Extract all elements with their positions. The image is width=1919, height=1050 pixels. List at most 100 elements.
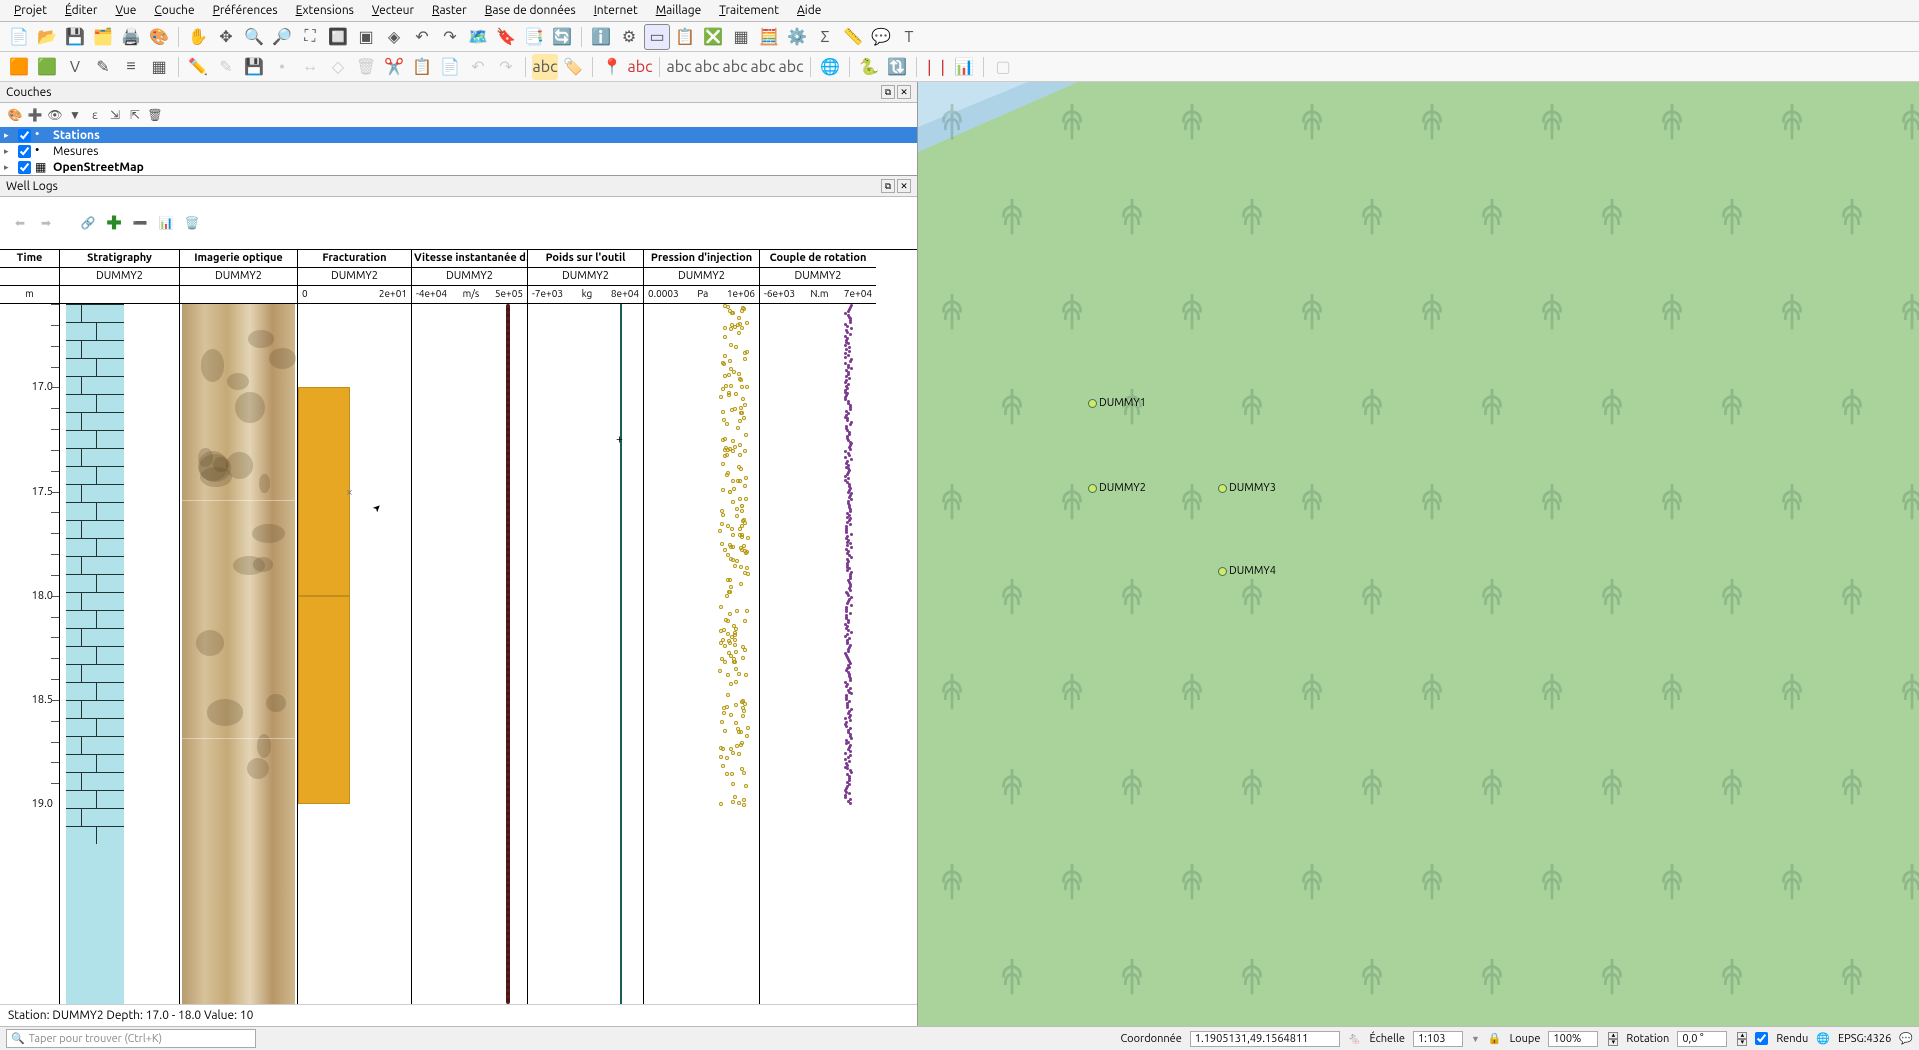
layer-collapse-icon[interactable]: ⇱	[126, 106, 144, 124]
log-column-frac[interactable]: FracturationDUMMY202e+01×➤	[298, 250, 412, 1004]
rendu-checkbox[interactable]	[1755, 1032, 1768, 1045]
station-dummy3[interactable]: DUMMY3	[1218, 482, 1276, 494]
pan-icon[interactable]: ✋	[185, 24, 211, 50]
track-body[interactable]	[180, 304, 297, 1004]
log-column-press[interactable]: Pression d'injectionDUMMY20.0003Pa1e+06	[644, 250, 760, 1004]
undock-icon[interactable]: ⧉	[881, 179, 895, 193]
plugin-bars-icon[interactable]: ❘❘	[923, 54, 949, 80]
measure-icon[interactable]: 📏	[840, 24, 866, 50]
extents-icon[interactable]: 🐁	[1348, 1032, 1362, 1045]
plugin-chart-icon[interactable]: 📊	[951, 54, 977, 80]
menu-vue[interactable]: Vue	[107, 1, 144, 20]
layer-add-group-icon[interactable]: ➕	[26, 106, 44, 124]
select-rect-icon[interactable]: ▭	[644, 24, 670, 50]
layer-checkbox[interactable]	[18, 145, 31, 158]
menu-aide[interactable]: Aide	[789, 1, 829, 20]
close-icon[interactable]: ✕	[897, 179, 911, 193]
menu-prfrences[interactable]: Préférences	[205, 1, 286, 20]
layer-expand-icon[interactable]: ⇲	[106, 106, 124, 124]
zoom-selection-icon[interactable]: 🔲	[325, 24, 351, 50]
station-dummy1[interactable]: DUMMY1	[1088, 397, 1146, 409]
new-geopackage-icon[interactable]: ✎	[90, 54, 116, 80]
layer-style-icon[interactable]: 🎨	[6, 106, 24, 124]
menu-raster[interactable]: Raster	[424, 1, 475, 20]
log-column-vit[interactable]: Vitesse instantanée d…DUMMY2-4e+04m/s5e+…	[412, 250, 528, 1004]
config-icon[interactable]: 📊	[156, 213, 176, 233]
new-map-view-icon[interactable]: 🗺️	[465, 24, 491, 50]
pan-selection-icon[interactable]: ✥	[213, 24, 239, 50]
new-bookmark-icon[interactable]: 🔖	[493, 24, 519, 50]
zoom-in-icon[interactable]: 🔍	[241, 24, 267, 50]
add-track-icon[interactable]: ✚	[104, 213, 124, 233]
menu-maillage[interactable]: Maillage	[648, 1, 710, 20]
crs-icon[interactable]: 🌐	[1816, 1032, 1830, 1045]
layout-manager-icon[interactable]: 🖨️	[118, 24, 144, 50]
stats-sum-icon[interactable]: Σ	[812, 24, 838, 50]
plugin-web-icon[interactable]: 🌐	[817, 54, 843, 80]
close-icon[interactable]: ✕	[897, 85, 911, 99]
zoom-native-icon[interactable]: ◈	[381, 24, 407, 50]
label-tool4-icon[interactable]: abc	[750, 54, 776, 80]
processing-toolbox-icon[interactable]: ⚙️	[784, 24, 810, 50]
layer-checkbox[interactable]	[18, 129, 31, 142]
station-dummy4[interactable]: DUMMY4	[1218, 565, 1276, 577]
label-pin-icon[interactable]: 📍	[599, 54, 625, 80]
zoom-layer-icon[interactable]: ▣	[353, 24, 379, 50]
identify-icon[interactable]: ℹ️	[588, 24, 614, 50]
zoom-next-icon[interactable]: ↷	[437, 24, 463, 50]
layer-row-mesures[interactable]: ▸ • Mesures	[0, 143, 917, 159]
show-bookmarks-icon[interactable]: 📑	[521, 24, 547, 50]
lock-icon[interactable]: 🔒	[1488, 1032, 1502, 1045]
coord-value[interactable]: 1.1905131,49.1564811	[1190, 1031, 1340, 1047]
track-body[interactable]	[644, 304, 759, 1004]
track-body[interactable]: 17.017.518.018.519.0	[0, 304, 59, 1004]
menu-internet[interactable]: Internet	[586, 1, 646, 20]
menu-projet[interactable]: Projet	[6, 1, 55, 20]
delete-icon[interactable]: 🗑️	[182, 213, 202, 233]
undock-icon[interactable]: ⧉	[881, 85, 895, 99]
layer-row-stations[interactable]: ▸ • Stations	[0, 127, 917, 143]
label-tool5-icon[interactable]: abc	[778, 54, 804, 80]
track-body[interactable]	[412, 304, 527, 1004]
layer-remove-icon[interactable]: 🗑	[146, 106, 164, 124]
annotation-icon[interactable]: T	[896, 24, 922, 50]
track-body[interactable]	[60, 304, 179, 1004]
zoom-last-icon[interactable]: ↶	[409, 24, 435, 50]
add-vector-icon[interactable]: 🟧	[6, 54, 32, 80]
menu-diter[interactable]: Éditer	[57, 1, 105, 20]
track-body[interactable]: ×➤	[298, 304, 411, 1004]
track-body[interactable]: +	[528, 304, 643, 1004]
search-input[interactable]: 🔍 Taper pour trouver (Ctrl+K)	[6, 1029, 256, 1048]
zoom-full-icon[interactable]: ⛶	[297, 24, 323, 50]
new-virtual-icon[interactable]: ▦	[146, 54, 172, 80]
open-project-icon[interactable]: 📂	[34, 24, 60, 50]
style-manager-icon[interactable]: 🎨	[146, 24, 172, 50]
menu-vecteur[interactable]: Vecteur	[364, 1, 422, 20]
plugin-reload-icon[interactable]: 🔃	[884, 54, 910, 80]
layer-expr-filter-icon[interactable]: ε	[86, 106, 104, 124]
label-change-icon[interactable]: abc	[722, 54, 748, 80]
add-raster-icon[interactable]: 🟩	[34, 54, 60, 80]
layers-tree[interactable]: ▸ • Stations▸ • Mesures▸ ▦ OpenStreetMap	[0, 127, 917, 175]
layer-visibility-icon[interactable]: 👁	[46, 106, 64, 124]
python-console-icon[interactable]: 🐍	[856, 54, 882, 80]
messages-icon[interactable]: 💬	[1899, 1032, 1913, 1045]
label-move-icon[interactable]: abc	[666, 54, 692, 80]
layer-filter-icon[interactable]: ▼	[66, 106, 84, 124]
epsg-label[interactable]: EPSG:4326	[1838, 1033, 1891, 1045]
label-hide-icon[interactable]: abc	[627, 54, 653, 80]
log-column-img[interactable]: Imagerie optiqueDUMMY2	[180, 250, 298, 1004]
deselect-icon[interactable]: ❎	[700, 24, 726, 50]
log-column-time[interactable]: Timem17.017.518.018.519.0	[0, 250, 60, 1004]
save-as-icon[interactable]: 🗂️	[90, 24, 116, 50]
track-body[interactable]	[760, 304, 876, 1004]
new-project-icon[interactable]: 📄	[6, 24, 32, 50]
log-column-couple[interactable]: Couple de rotationDUMMY2-6e+03N.m7e+04	[760, 250, 876, 1004]
label-layer-icon[interactable]: 🏷️	[560, 54, 586, 80]
log-column-strat[interactable]: StratigraphyDUMMY2	[60, 250, 180, 1004]
identify-settings-icon[interactable]: ⚙	[616, 24, 642, 50]
scale-value[interactable]: 1:103	[1413, 1031, 1463, 1047]
attr-table-icon[interactable]: ▦	[728, 24, 754, 50]
station-dummy2[interactable]: DUMMY2	[1088, 482, 1146, 494]
field-calc-icon[interactable]: 🧮	[756, 24, 782, 50]
